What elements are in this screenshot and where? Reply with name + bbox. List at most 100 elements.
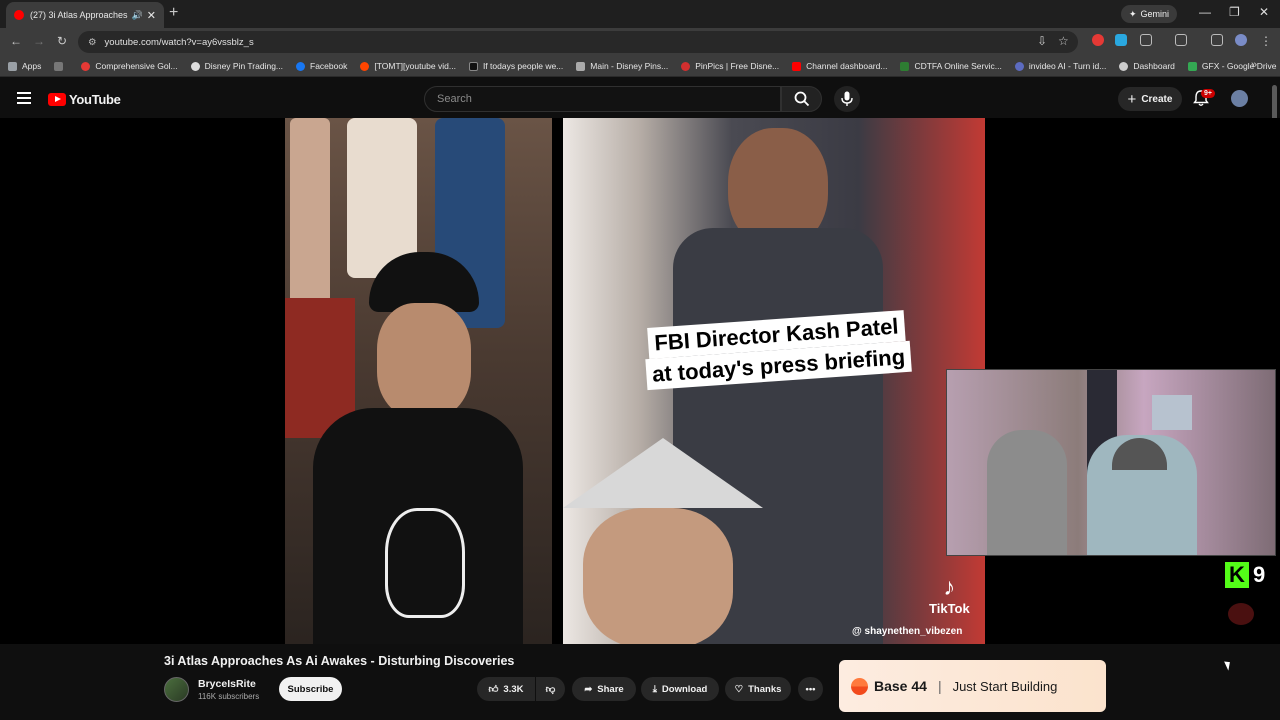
- create-button[interactable]: + Create: [1118, 87, 1182, 111]
- apps-grid-icon: [8, 61, 17, 71]
- bookmark-favicon-icon: [190, 61, 200, 71]
- video-streamer-panel: [285, 118, 552, 644]
- notifications-badge: 9+: [1201, 89, 1215, 98]
- kick-logo-icon: K: [1225, 562, 1249, 588]
- url-text: youtube.com/watch?v=ay6vssblz_s: [104, 36, 254, 48]
- thumbs-down-icon: 👎︎: [545, 684, 556, 695]
- face: [377, 303, 471, 418]
- extensions-puzzle-icon[interactable]: [1140, 34, 1152, 46]
- like-button[interactable]: 👍︎ 3.3K: [477, 677, 535, 701]
- face: [583, 508, 733, 644]
- ad-brand: Base 44: [874, 678, 927, 694]
- side-panel-icon[interactable]: [1175, 34, 1187, 46]
- maximize-icon[interactable]: ❐: [1229, 5, 1240, 19]
- grid-icon: [54, 61, 64, 71]
- dashboard-icon: [1119, 61, 1129, 71]
- account-avatar[interactable]: [1231, 90, 1248, 107]
- subscriber-count: 116K subscribers: [198, 692, 260, 701]
- channel-name[interactable]: BryceIsRite: [198, 678, 256, 690]
- extension-red-icon[interactable]: [1092, 34, 1104, 46]
- bookmark-item[interactable]: Main - Disney Pins...: [576, 61, 668, 71]
- plus-icon: +: [1127, 90, 1137, 108]
- bookmark-item[interactable]: Facebook: [296, 61, 347, 71]
- back-icon[interactable]: ←: [10, 34, 22, 48]
- share-arrow-icon: ➦: [584, 683, 593, 695]
- install-app-icon[interactable]: ⇩: [1037, 34, 1047, 48]
- forward-icon[interactable]: →: [33, 34, 45, 48]
- download-icon: ⤓: [652, 683, 657, 695]
- bookmark-star-icon[interactable]: ☆: [1058, 34, 1069, 48]
- download-button[interactable]: ⤓ Download: [641, 677, 719, 701]
- youtube-logo[interactable]: YouTube: [48, 92, 121, 107]
- youtube-studio-icon: [792, 61, 802, 71]
- bookmark-item[interactable]: Dashboard: [1119, 61, 1175, 71]
- bookmark-item[interactable]: [54, 61, 68, 71]
- subscribe-button[interactable]: Subscribe: [279, 677, 342, 701]
- bookmark-item[interactable]: invideo AI - Turn id...: [1014, 61, 1106, 71]
- pinpics-icon: [681, 61, 691, 71]
- sparkle-icon: ✦: [1129, 8, 1137, 19]
- gemini-button[interactable]: ✦ Gemini: [1121, 5, 1178, 23]
- browser-tab-strip: (27) 3i Atlas Approaches As Ai Awakes - …: [0, 0, 1280, 28]
- like-count: 3.3K: [503, 683, 524, 695]
- thumbs-up-icon: 👍︎: [488, 684, 499, 695]
- base44-logo-icon: [851, 677, 868, 695]
- reload-icon[interactable]: ↻: [57, 34, 67, 48]
- youtube-favicon-icon: [14, 10, 24, 20]
- skull-graphic: [385, 508, 465, 618]
- bookmark-item[interactable]: Apps: [8, 61, 41, 71]
- share-button[interactable]: ➦ Share: [572, 677, 636, 701]
- kick-viewer-count: 9: [1253, 562, 1266, 587]
- profile-icon[interactable]: [1235, 34, 1247, 46]
- search-input[interactable]: [435, 92, 735, 106]
- tiktok-note-icon: ♪: [943, 574, 956, 601]
- bookmark-item[interactable]: GFX - Google Drive: [1187, 61, 1277, 71]
- bookmark-item[interactable]: [TOMT][youtube vid...: [360, 61, 456, 71]
- bookmark-item[interactable]: If todays people we...: [468, 61, 563, 71]
- tiktok-handle: @ shaynethen_vibezen: [852, 626, 963, 637]
- new-tab-button[interactable]: +: [169, 4, 178, 22]
- bookmark-favicon-icon: [900, 61, 910, 71]
- thanks-heart-icon: ♡: [734, 683, 744, 695]
- address-bar[interactable]: ⚙ youtube.com/watch?v=ay6vssblz_s: [78, 31, 1078, 53]
- menu-hamburger-icon[interactable]: [17, 92, 31, 107]
- voice-search-button[interactable]: [834, 86, 860, 112]
- channel-avatar[interactable]: [164, 677, 189, 702]
- speaker-icon[interactable]: 🔊: [132, 10, 143, 21]
- kick-overlay: K 9: [1225, 562, 1265, 588]
- thanks-button[interactable]: ♡ Thanks: [725, 677, 791, 701]
- microphone-icon: [841, 91, 853, 106]
- webcam-overlay: [946, 369, 1276, 556]
- skateboard-deck: [290, 118, 330, 318]
- bookmarks-overflow-icon[interactable]: »: [1251, 59, 1257, 71]
- youtube-play-icon: [48, 93, 66, 106]
- close-tab-icon[interactable]: ✕: [147, 9, 156, 22]
- browser-tab[interactable]: (27) 3i Atlas Approaches As Ai Awakes - …: [6, 2, 164, 28]
- bookmark-item[interactable]: PinPics | Free Disne...: [681, 61, 779, 71]
- channel-watermark-icon: [1228, 603, 1254, 625]
- search-button[interactable]: [781, 86, 822, 112]
- close-window-icon[interactable]: ✕: [1259, 5, 1269, 19]
- sponsored-ad-banner[interactable]: Base 44 | Just Start Building: [839, 660, 1106, 712]
- bookmark-item[interactable]: Disney Pin Trading...: [190, 61, 283, 71]
- split-divider: [552, 118, 563, 644]
- tab-title: (27) 3i Atlas Approaches As Ai Awakes - …: [30, 10, 128, 20]
- more-actions-button[interactable]: •••: [798, 677, 823, 701]
- bookmark-item[interactable]: Comprehensive Gol...: [81, 61, 178, 71]
- reddit-icon: [360, 61, 370, 71]
- invideo-icon: [1014, 61, 1024, 71]
- browser-menu-icon[interactable]: ⋮: [1260, 34, 1272, 48]
- media-control-icon[interactable]: [1211, 34, 1223, 46]
- minimize-icon[interactable]: —: [1199, 5, 1211, 19]
- extension-blue-icon[interactable]: [1115, 34, 1127, 46]
- bookmarks-bar: Apps Comprehensive Gol... Disney Pin Tra…: [0, 56, 1280, 77]
- site-info-icon[interactable]: ⚙: [88, 37, 97, 48]
- ad-tagline: Just Start Building: [952, 678, 1058, 694]
- facebook-icon: [296, 61, 306, 71]
- search-box[interactable]: [424, 86, 781, 112]
- bookmark-item[interactable]: Channel dashboard...: [792, 61, 887, 71]
- bookmark-favicon-icon: [576, 61, 586, 71]
- bookmark-item[interactable]: CDTFA Online Servic...: [900, 61, 1002, 71]
- dislike-button[interactable]: 👎︎: [536, 677, 565, 701]
- google-drive-icon: [1187, 61, 1197, 71]
